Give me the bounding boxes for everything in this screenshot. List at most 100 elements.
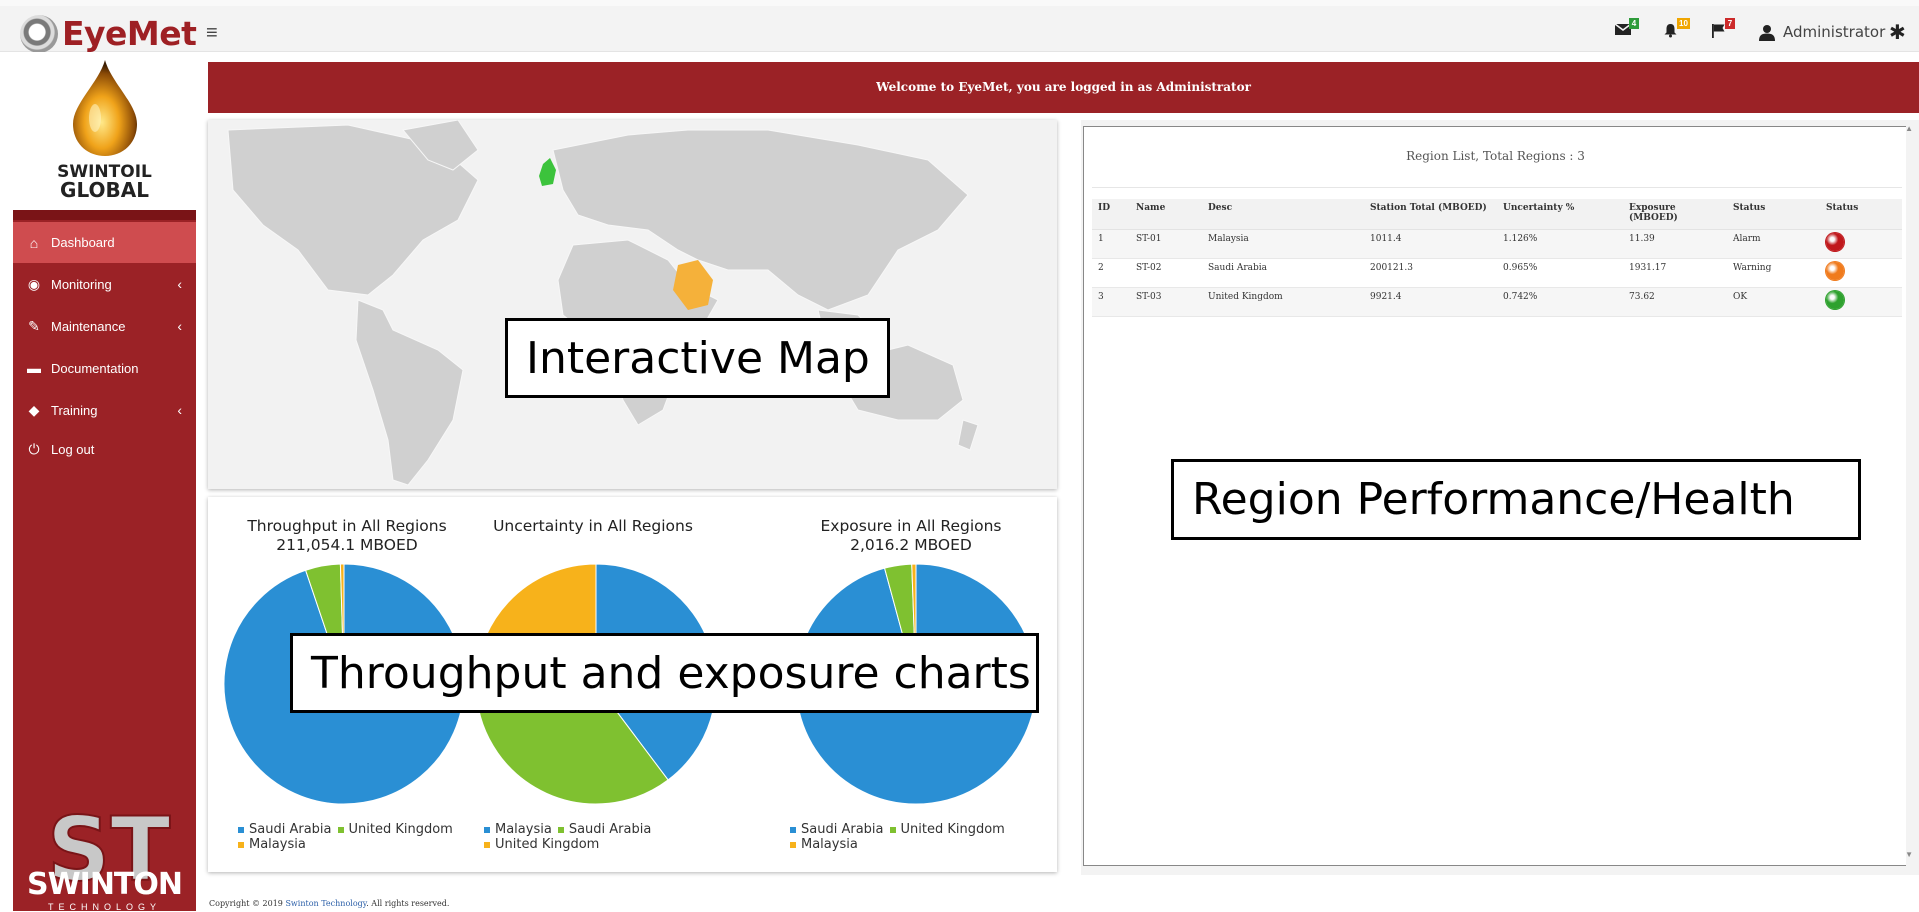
flags-count-badge: 7: [1725, 18, 1735, 29]
legend-swatch: [557, 826, 564, 833]
col-id[interactable]: ID: [1092, 199, 1130, 230]
notifications-count-badge: 10: [1677, 18, 1690, 29]
status-warning-icon: [1826, 261, 1844, 280]
chevron-left-icon: ‹: [177, 276, 182, 292]
eye-logo-icon: [20, 14, 58, 53]
legend-label: Malaysia: [495, 822, 552, 837]
legend-item[interactable]: United Kingdom: [889, 822, 1005, 837]
legend-item[interactable]: United Kingdom: [484, 837, 599, 852]
legend-swatch: [238, 826, 244, 833]
cell-name: ST-01: [1130, 229, 1202, 259]
sidebar-menu: ⌂ Dashboard ◉ Monitoring ‹ ✎ Maintenance…: [13, 222, 196, 467]
oil-drop-logo-icon: [73, 60, 137, 156]
user-name: Administrator: [1783, 23, 1886, 41]
status-alarm-icon: [1826, 232, 1844, 251]
legend-swatch: [889, 826, 896, 833]
top-right-controls: 4 10 7 Administrator ✱: [1605, 18, 1919, 44]
chart-legend: Malaysia Saudi Arabia United Kingdom: [484, 822, 734, 852]
sidebar-item-label: Training: [51, 402, 98, 418]
chart-title: Uncertainty in All Regions: [493, 517, 693, 535]
cell-id: 1: [1092, 229, 1130, 259]
user-menu[interactable]: Administrator: [1759, 23, 1889, 41]
sidebar-item-dashboard[interactable]: ⌂ Dashboard: [13, 222, 196, 263]
col-desc[interactable]: Desc: [1202, 199, 1364, 230]
hamburger-icon[interactable]: ≡: [206, 22, 218, 45]
company-brand: SWINTOIL GLOBAL: [13, 52, 196, 210]
legend-label: United Kingdom: [495, 837, 600, 852]
chart-title: Exposure in All Regions: [820, 517, 1002, 535]
footer-company-link[interactable]: Swinton Technology: [285, 899, 366, 908]
user-icon: [1759, 24, 1775, 41]
sidebar-item-label: Dashboard: [51, 235, 115, 250]
col-status-indicator[interactable]: Status: [1820, 199, 1902, 230]
table-row[interactable]: 2 ST-02 Saudi Arabia 200121.3 0.965% 193…: [1092, 258, 1902, 288]
legend-swatch: [790, 841, 796, 848]
table-row[interactable]: 1 ST-01 Malaysia 1011.4 1.126% 11.39 Ala…: [1092, 229, 1902, 259]
sidebar-item-training[interactable]: ◆ Training ‹: [13, 389, 196, 431]
cell-status: OK: [1727, 287, 1820, 317]
map-region-united-kingdom[interactable]: [539, 158, 556, 186]
app-name: EyeMet: [62, 14, 197, 53]
sidebar-item-documentation[interactable]: ▬ Documentation: [13, 347, 196, 389]
sidebar-item-label: Documentation: [51, 360, 139, 376]
legend-item[interactable]: Malaysia: [790, 837, 858, 852]
scroll-up-arrow-icon[interactable]: ▲: [1905, 124, 1913, 133]
folder-icon: ▬: [27, 360, 41, 376]
sidebar-item-monitoring[interactable]: ◉ Monitoring ‹: [13, 263, 196, 305]
gear-icon[interactable]: ✱: [1889, 20, 1919, 44]
table-row[interactable]: 3 ST-03 United Kingdom 9921.4 0.742% 73.…: [1092, 287, 1902, 317]
legend-swatch: [238, 841, 244, 848]
world-map: [227, 120, 979, 486]
legend-swatch: [337, 826, 344, 833]
flags-button[interactable]: 7: [1701, 18, 1749, 44]
callout-charts: Throughput and exposure charts: [290, 633, 1039, 713]
cell-uncertainty: 0.965%: [1497, 258, 1623, 288]
cell-uncertainty: 1.126%: [1497, 229, 1623, 259]
legend-item[interactable]: Saudi Arabia: [790, 822, 884, 837]
cell-exposure: 11.39: [1623, 229, 1727, 259]
col-status[interactable]: Status: [1727, 199, 1820, 230]
cell-status-indicator: [1820, 287, 1902, 317]
graduation-cap-icon: ◆: [28, 401, 40, 418]
cell-name: ST-03: [1130, 287, 1202, 317]
scroll-down-arrow-icon[interactable]: ▼: [1905, 850, 1913, 859]
col-station-total[interactable]: Station Total (MBOED): [1364, 199, 1497, 230]
legend-item[interactable]: Saudi Arabia: [557, 822, 652, 837]
sidebar-item-logout[interactable]: ⏻ Log out: [13, 431, 196, 467]
col-uncertainty[interactable]: Uncertainty %: [1497, 199, 1623, 230]
region-table: ID Name Desc Station Total (MBOED) Uncer…: [1092, 199, 1902, 317]
legend-item[interactable]: Malaysia: [238, 837, 306, 852]
cell-exposure: 1931.17: [1623, 258, 1727, 288]
legend-item[interactable]: United Kingdom: [337, 822, 453, 837]
col-exposure[interactable]: Exposure (MBOED): [1623, 199, 1727, 230]
chart-subtitle: 211,054.1 MBOED: [276, 536, 418, 554]
col-name[interactable]: Name: [1130, 199, 1202, 230]
callout-region-performance: Region Performance/Health: [1171, 459, 1861, 540]
cell-uncertainty: 0.742%: [1497, 287, 1623, 317]
flag-icon: [1712, 24, 1725, 38]
swinton-logo-text: SWINTON: [26, 867, 183, 902]
cell-desc: United Kingdom: [1202, 287, 1364, 317]
cell-exposure: 73.62: [1623, 287, 1727, 317]
app-logo[interactable]: EyeMet: [20, 14, 197, 53]
sidebar-item-maintenance[interactable]: ✎ Maintenance ‹: [13, 305, 196, 347]
legend-item[interactable]: Saudi Arabia: [238, 822, 332, 837]
bell-icon: [1664, 24, 1677, 38]
messages-button[interactable]: 4: [1605, 18, 1653, 44]
interactive-map[interactable]: [208, 120, 1057, 489]
table-header-row: ID Name Desc Station Total (MBOED) Uncer…: [1092, 199, 1902, 230]
legend-swatch: [484, 826, 490, 833]
notifications-button[interactable]: 10: [1653, 18, 1701, 44]
footer-suffix: . All rights reserved.: [366, 899, 450, 908]
cell-id: 3: [1092, 287, 1130, 317]
power-icon: ⏻: [28, 440, 40, 457]
sidebar-item-label: Log out: [51, 441, 95, 457]
sidebar: SWINTOIL GLOBAL ⌂ Dashboard ◉ Monitoring…: [13, 52, 196, 912]
legend-label: Malaysia: [801, 837, 858, 852]
company-name-line2: GLOBAL: [60, 178, 149, 202]
chevron-left-icon: ‹: [177, 318, 182, 334]
sidebar-item-label: Maintenance: [51, 318, 126, 334]
legend-label: Saudi Arabia: [568, 822, 652, 837]
legend-item[interactable]: Malaysia: [484, 822, 552, 837]
legend-label: United Kingdom: [900, 822, 1005, 837]
